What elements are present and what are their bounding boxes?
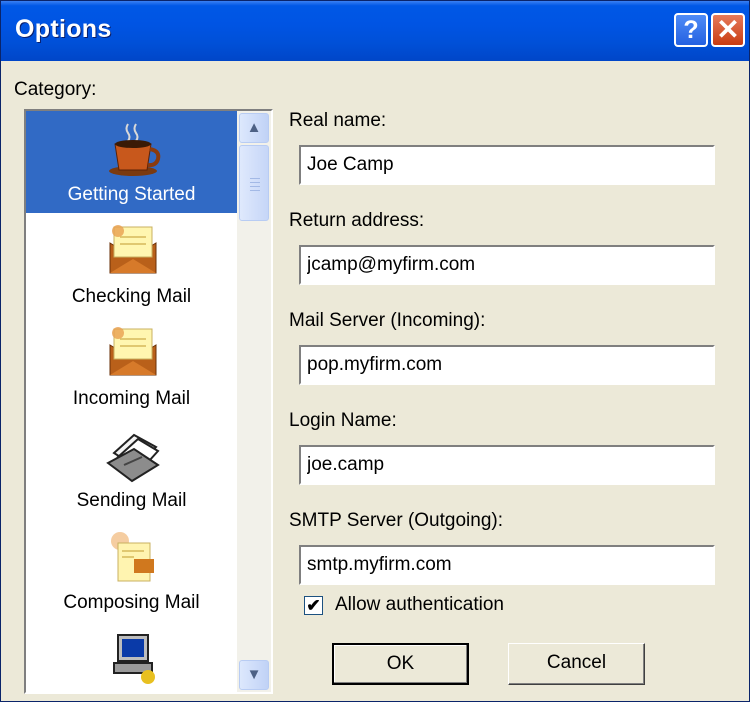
sending-mail-stack-icon xyxy=(106,433,160,483)
options-dialog: Options ? ✕ Category: Getting Started Ch… xyxy=(0,0,750,702)
grip-line xyxy=(250,178,260,179)
category-item-label: Checking Mail xyxy=(71,286,192,307)
coffee-cup-icon xyxy=(109,123,161,176)
real-name-label: Real name: xyxy=(289,110,387,131)
allow-authentication-checkbox[interactable]: ✔ xyxy=(304,596,323,615)
category-item-sending-mail[interactable]: Sending Mail xyxy=(26,417,237,519)
smtp-server-input[interactable] xyxy=(301,547,713,583)
return-address-input[interactable] xyxy=(301,247,713,283)
smtp-server-label: SMTP Server (Outgoing): xyxy=(289,510,504,531)
computer-icon xyxy=(113,634,155,684)
help-button[interactable]: ? xyxy=(674,13,708,47)
category-item-checking-mail[interactable]: Checking Mail xyxy=(26,213,237,315)
login-name-input[interactable] xyxy=(301,447,713,483)
ok-button[interactable]: OK xyxy=(332,643,469,685)
real-name-input[interactable] xyxy=(301,147,713,183)
return-address-field[interactable] xyxy=(299,245,715,285)
category-list: Getting Started Checking Mail Incoming M… xyxy=(26,111,237,692)
mail-server-input[interactable] xyxy=(301,347,713,383)
return-address-label: Return address: xyxy=(289,210,425,231)
category-item-label: Composing Mail xyxy=(63,592,200,613)
category-item-incoming-mail[interactable]: Incoming Mail xyxy=(26,315,237,417)
checking-mail-envelope-icon xyxy=(109,225,157,274)
scroll-up-icon: ▲ xyxy=(246,119,262,136)
grip-line xyxy=(250,186,260,187)
window-title: Options xyxy=(15,15,112,43)
scroll-down-button[interactable]: ▼ xyxy=(239,660,269,690)
category-item-label: Getting Started xyxy=(67,184,196,205)
close-icon: ✕ xyxy=(716,14,740,45)
help-icon: ? xyxy=(683,16,699,44)
category-item-computer[interactable] xyxy=(26,621,237,692)
composing-mail-document-icon xyxy=(111,532,154,582)
scroll-up-button[interactable]: ▲ xyxy=(239,113,269,143)
grip-line xyxy=(250,190,260,191)
allow-authentication-label[interactable]: Allow authentication xyxy=(335,594,504,616)
checkmark-icon: ✔ xyxy=(306,596,321,615)
scroll-down-icon: ▼ xyxy=(246,666,262,683)
category-item-label: Sending Mail xyxy=(76,490,187,511)
category-listbox[interactable]: Getting Started Checking Mail Incoming M… xyxy=(24,109,273,694)
category-item-getting-started[interactable]: Getting Started xyxy=(26,111,237,213)
scroll-thumb[interactable] xyxy=(239,145,269,221)
real-name-field[interactable] xyxy=(299,145,715,185)
incoming-mail-envelope-icon xyxy=(109,327,157,376)
title-bar[interactable]: Options ? ✕ xyxy=(1,1,749,61)
category-label: Category: xyxy=(14,79,97,100)
cancel-button[interactable]: Cancel xyxy=(508,643,645,685)
login-name-label: Login Name: xyxy=(289,410,397,431)
grip-line xyxy=(250,182,260,183)
mail-server-field[interactable] xyxy=(299,345,715,385)
smtp-server-field[interactable] xyxy=(299,545,715,585)
mail-server-label: Mail Server (Incoming): xyxy=(289,310,486,331)
category-item-label: Incoming Mail xyxy=(72,388,191,409)
login-name-field[interactable] xyxy=(299,445,715,485)
close-button[interactable]: ✕ xyxy=(711,13,745,47)
category-scrollbar[interactable]: ▲ ▼ xyxy=(237,111,271,692)
category-item-composing-mail[interactable]: Composing Mail xyxy=(26,519,237,621)
